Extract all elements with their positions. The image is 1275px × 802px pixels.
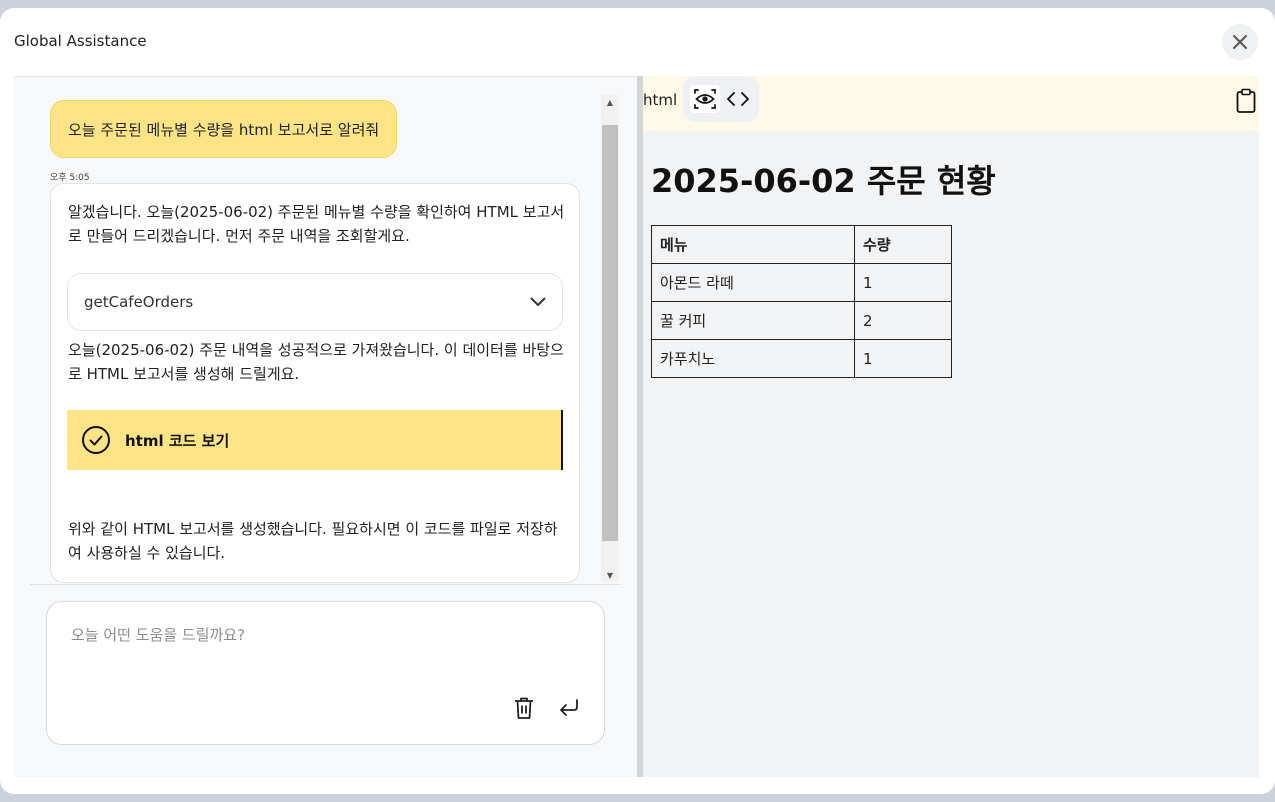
code-mode-button[interactable] <box>723 85 753 113</box>
table-cell-menu: 카푸치노 <box>651 339 855 378</box>
trash-icon <box>515 697 533 719</box>
preview-mode-button[interactable] <box>690 85 720 113</box>
scroll-up-arrow-icon[interactable]: ▲ <box>601 95 619 109</box>
dialog-title: Global Assistance <box>14 32 147 50</box>
table-cell-menu: 아몬드 라떼 <box>651 263 855 302</box>
report-table: 메뉴 수량 아몬드 라떼 1 꿀 커피 2 카푸치노 1 <box>651 225 952 378</box>
clear-button[interactable] <box>513 696 535 720</box>
scroll-down-arrow-icon[interactable]: ▼ <box>601 568 619 582</box>
assistant-result-text: 오늘(2025-06-02) 주문 내역을 성공적으로 가져왔습니다. 이 데이… <box>68 341 564 383</box>
assistant-message-card: 알겠습니다. 오늘(2025-06-02) 주문된 메뉴별 수량을 확인하여 H… <box>50 183 580 583</box>
table-cell-quantity: 2 <box>854 301 952 340</box>
message-input[interactable] <box>71 626 571 644</box>
html-code-toggle[interactable]: html 코드 보기 <box>67 410 563 470</box>
chat-divider <box>30 584 621 585</box>
view-mode-toggle <box>683 76 759 122</box>
tool-call-accordion[interactable]: getCafeOrders <box>67 273 563 331</box>
send-button[interactable] <box>557 696 581 720</box>
column-header-menu: 메뉴 <box>651 225 855 264</box>
close-icon <box>1233 35 1247 49</box>
message-composer <box>46 601 605 745</box>
message-timestamp: 오후 5:05 <box>50 173 90 183</box>
chat-scrollbar[interactable]: ▲ ▼ <box>601 95 619 582</box>
preview-toolbar: html <box>643 76 1259 131</box>
table-row: 카푸치노 1 <box>651 339 952 378</box>
code-language-label: html <box>643 91 678 109</box>
table-row: 꿀 커피 2 <box>651 301 952 340</box>
table-header-row: 메뉴 수량 <box>651 225 952 264</box>
table-cell-menu: 꿀 커피 <box>651 301 855 340</box>
table-cell-quantity: 1 <box>854 339 952 378</box>
chat-panel: 오늘 주문된 메뉴별 수량을 html 보고서로 알려줘 오후 5:05 알겠습… <box>14 76 637 777</box>
assistant-outro-text: 위와 같이 HTML 보고서를 생성했습니다. 필요하시면 이 코드를 파일로 … <box>68 520 558 562</box>
table-cell-quantity: 1 <box>854 263 952 302</box>
preview-panel: html 2025-06-02 주문 현황 메뉴 수량 아몬드 라떼 1 꿀 커… <box>643 76 1259 777</box>
report-title: 2025-06-02 주문 현황 <box>651 162 996 200</box>
code-block-label: html 코드 보기 <box>125 431 230 450</box>
copy-button[interactable] <box>1235 88 1257 114</box>
chevron-down-icon <box>530 297 546 306</box>
code-icon <box>727 92 749 106</box>
table-row: 아몬드 라떼 1 <box>651 263 952 302</box>
assistant-dialog: Global Assistance 오늘 주문된 메뉴별 수량을 html 보고… <box>0 8 1275 794</box>
check-circle-icon <box>82 426 110 454</box>
scrollbar-thumb[interactable] <box>602 125 618 541</box>
tool-call-name: getCafeOrders <box>84 293 194 311</box>
enter-icon <box>560 699 578 716</box>
clipboard-icon <box>1236 88 1256 113</box>
assistant-intro-text: 알겠습니다. 오늘(2025-06-02) 주문된 메뉴별 수량을 확인하여 H… <box>68 203 565 245</box>
chat-scroll-area[interactable]: 오늘 주문된 메뉴별 수량을 html 보고서로 알려줘 오후 5:05 알겠습… <box>30 77 620 584</box>
user-message-bubble: 오늘 주문된 메뉴별 수량을 html 보고서로 알려줘 <box>50 100 398 158</box>
column-header-quantity: 수량 <box>854 225 952 264</box>
eye-icon <box>694 89 716 109</box>
close-button[interactable] <box>1222 24 1258 60</box>
